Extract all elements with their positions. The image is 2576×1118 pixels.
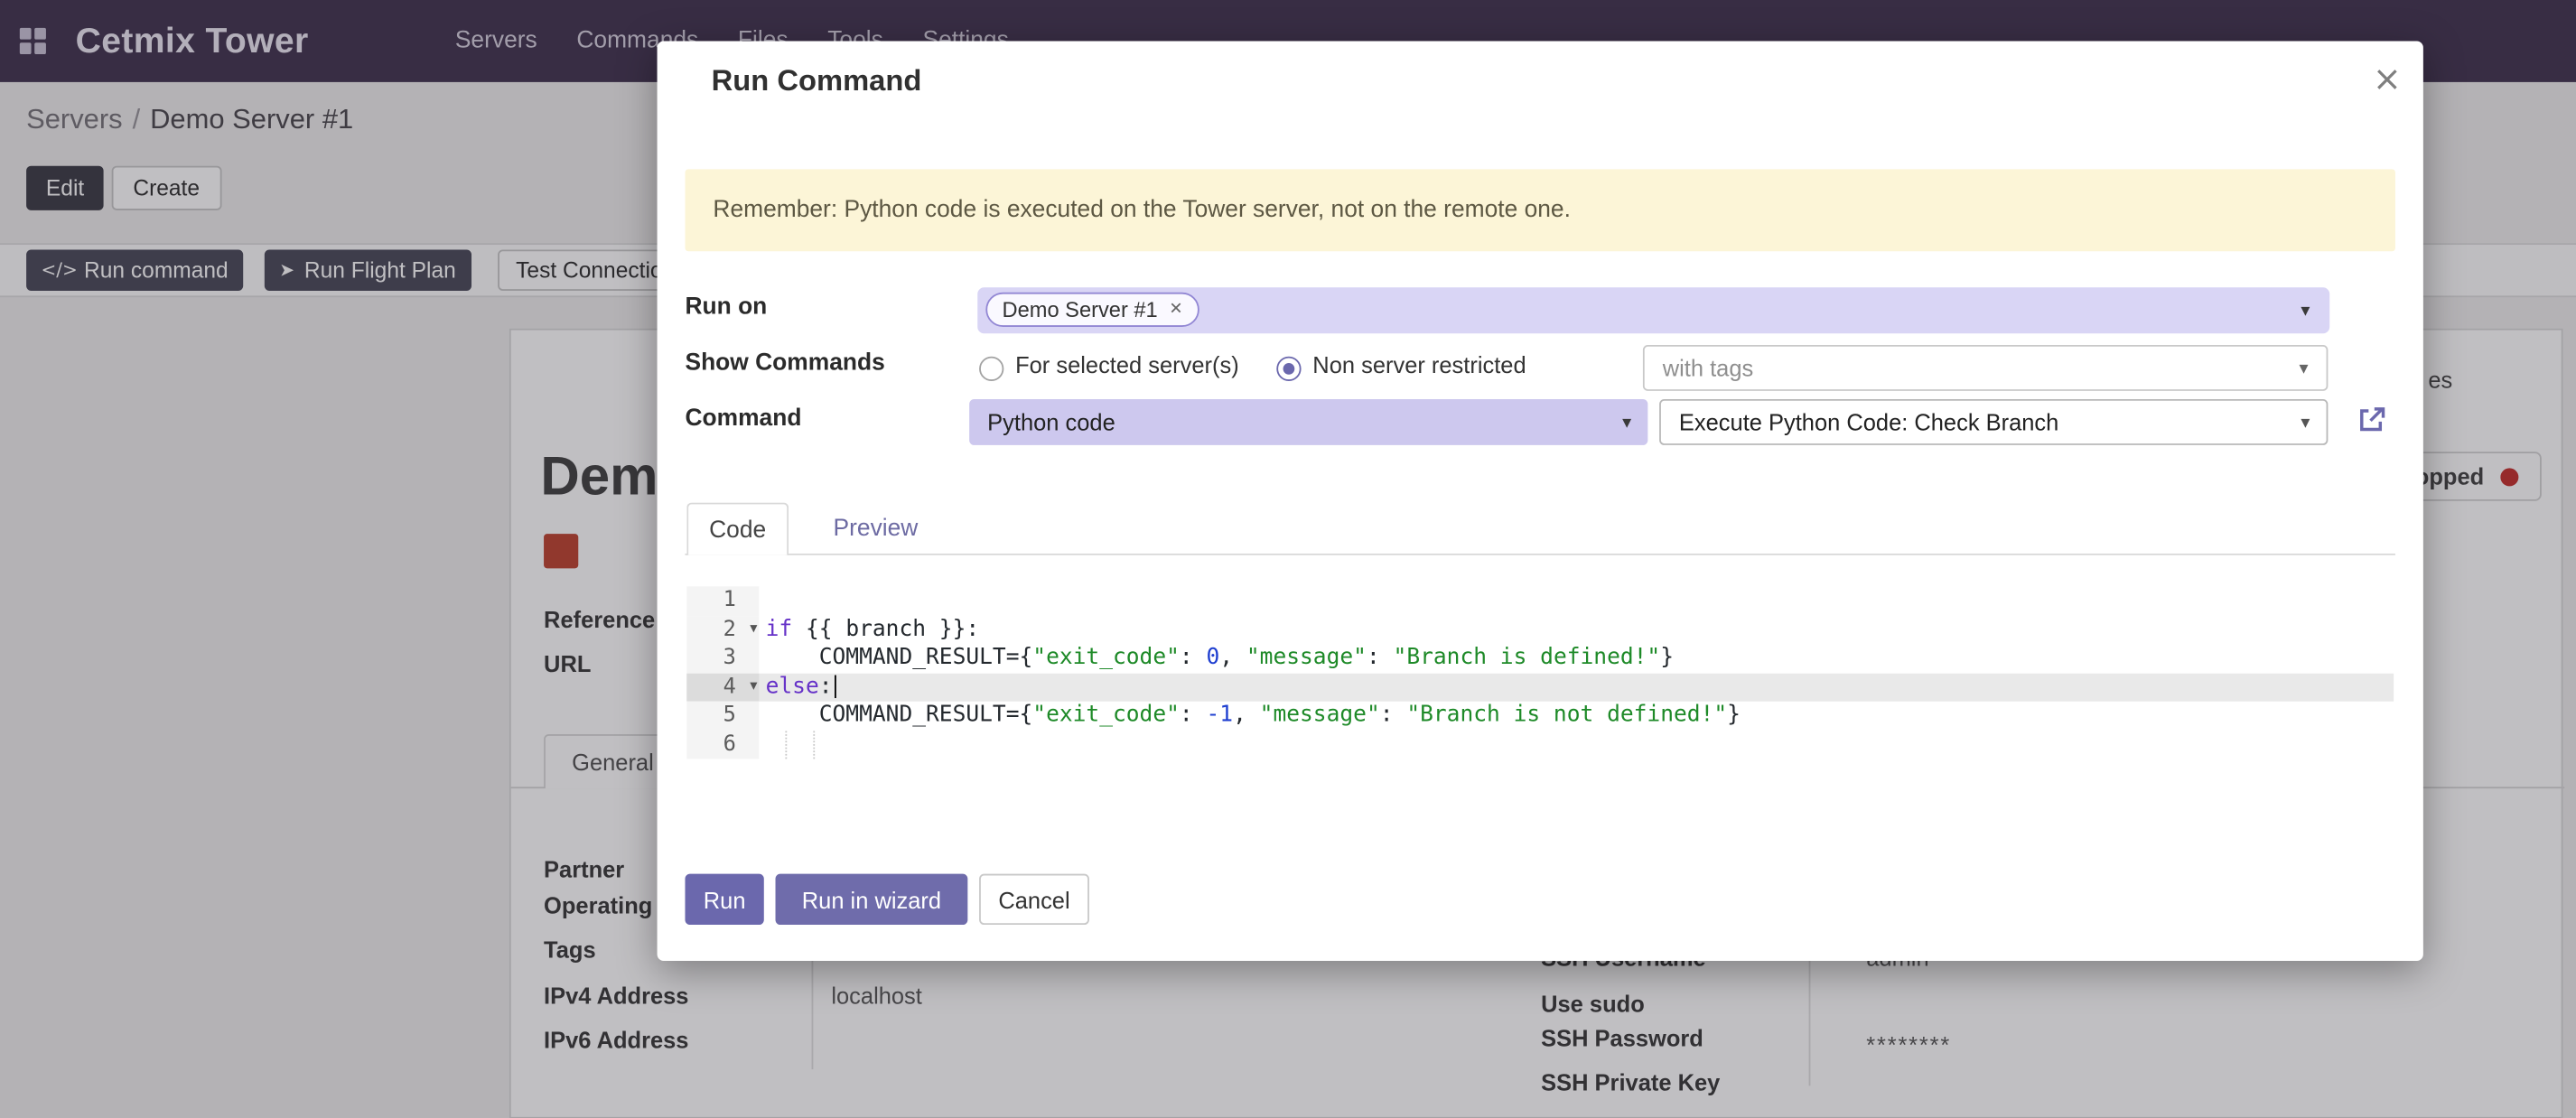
editor-code-line: COMMAND_RESULT={"exit_code": -1, "messag… [759, 702, 2394, 731]
external-link-icon[interactable] [2356, 404, 2387, 435]
tab-code[interactable]: Code [686, 503, 789, 555]
editor-gutter: 1 [686, 586, 759, 615]
code-editor[interactable]: 12▾if {{ branch }}:3 COMMAND_RESULT={"ex… [686, 586, 2394, 759]
run-in-wizard-button[interactable]: Run in wizard [776, 874, 968, 925]
command-label: Command [685, 405, 801, 432]
editor-gutter: 2▾ [686, 615, 759, 644]
indent-guide [785, 731, 787, 759]
text-cursor [834, 675, 836, 697]
fold-arrow-icon[interactable]: ▾ [750, 615, 757, 644]
indent-guide [813, 731, 815, 759]
editor-code-line: else: [759, 673, 2394, 702]
tabs-underline [685, 554, 2394, 555]
editor-line[interactable]: 2▾if {{ branch }}: [686, 615, 2394, 644]
viewport: Cetmix Tower Servers Commands Files Tool… [0, 0, 2576, 1118]
warning-alert: Remember: Python code is executed on the… [685, 169, 2394, 251]
close-icon[interactable]: × [2366, 58, 2408, 100]
with-tags-select[interactable]: with tags ▾ [1643, 345, 2328, 391]
chevron-down-icon: ▾ [2301, 412, 2310, 433]
radio-label-non-server-restricted[interactable]: Non server restricted [1312, 351, 1526, 377]
chevron-down-icon[interactable]: ▾ [2301, 300, 2310, 321]
command-type-value: Python code [987, 409, 1115, 435]
editor-line[interactable]: 1 [686, 586, 2394, 615]
editor-gutter: 3 [686, 644, 759, 673]
with-tags-placeholder: with tags [1663, 355, 1753, 381]
modal-title: Run Command [712, 64, 922, 98]
chip-remove-icon[interactable]: ✕ [1169, 301, 1182, 319]
radio-label-for-selected-servers[interactable]: For selected server(s) [1015, 351, 1239, 377]
run-button[interactable]: Run [685, 874, 763, 925]
radio-non-server-restricted[interactable] [1276, 357, 1301, 381]
run-command-modal: Run Command × Remember: Python code is e… [658, 41, 2423, 961]
cancel-button[interactable]: Cancel [979, 874, 1089, 925]
editor-gutter: 5 [686, 702, 759, 731]
command-select[interactable]: Execute Python Code: Check Branch ▾ [1659, 399, 2328, 445]
stage: Cetmix Tower Servers Commands Files Tool… [0, 0, 2576, 1118]
server-chip-label: Demo Server #1 [1003, 297, 1158, 321]
show-commands-label: Show Commands [685, 349, 884, 376]
command-type-select[interactable]: Python code ▾ [969, 399, 1647, 445]
editor-code-line [759, 586, 2394, 615]
editor-code-line [759, 731, 2394, 759]
command-select-value: Execute Python Code: Check Branch [1679, 409, 2058, 435]
radio-for-selected-servers[interactable] [979, 357, 1003, 381]
fold-arrow-icon[interactable]: ▾ [750, 673, 757, 702]
editor-line[interactable]: 6 [686, 731, 2394, 759]
editor-code-line: COMMAND_RESULT={"exit_code": 0, "message… [759, 644, 2394, 673]
run-on-label: Run on [685, 294, 767, 321]
editor-line[interactable]: 4▾else: [686, 673, 2394, 702]
chevron-down-icon: ▾ [2299, 358, 2308, 379]
editor-gutter: 6 [686, 731, 759, 759]
server-chip[interactable]: Demo Server #1 ✕ [985, 293, 1199, 327]
editor-line[interactable]: 5 COMMAND_RESULT={"exit_code": -1, "mess… [686, 702, 2394, 731]
editor-line[interactable]: 3 COMMAND_RESULT={"exit_code": 0, "messa… [686, 644, 2394, 673]
run-on-field[interactable]: Demo Server #1 ✕ ▾ [977, 287, 2329, 333]
tab-preview[interactable]: Preview [817, 503, 935, 554]
editor-gutter: 4▾ [686, 673, 759, 702]
editor-code-line: if {{ branch }}: [759, 615, 2394, 644]
chevron-down-icon: ▾ [1622, 412, 1631, 433]
